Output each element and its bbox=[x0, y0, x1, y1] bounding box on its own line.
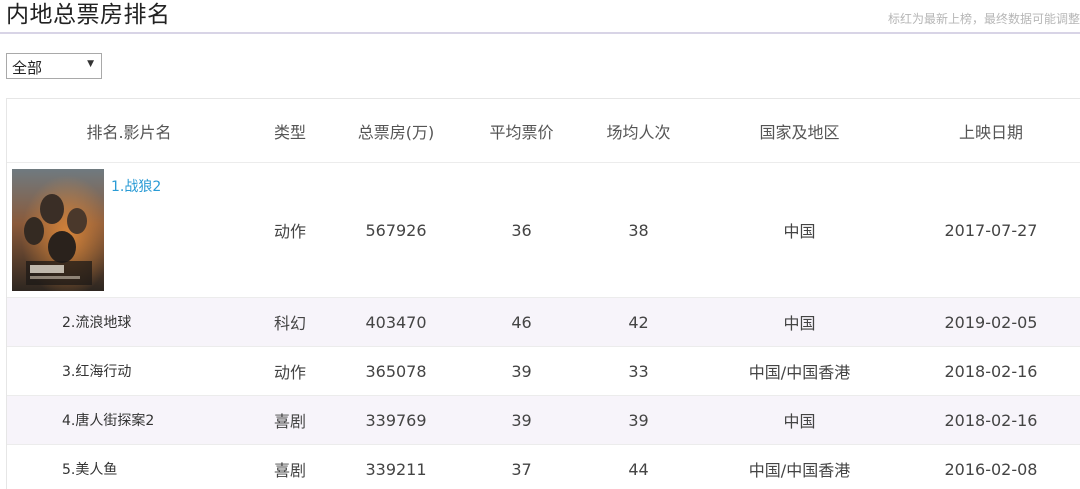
table-row: 2.流浪地球 科幻 403470 46 42 中国 2019-02-05 bbox=[7, 297, 1080, 347]
header-avg-price: 平均票价 bbox=[463, 99, 580, 163]
avg-attendance-cell: 38 bbox=[580, 162, 697, 298]
movie-title-link[interactable]: 3.红海行动 bbox=[7, 346, 251, 396]
header-avg-attendance: 场均人次 bbox=[580, 99, 697, 163]
table-row: 5.美人鱼 喜剧 339211 37 44 中国/中国香港 2016-02-08 bbox=[7, 444, 1080, 489]
region-cell: 中国 bbox=[697, 297, 902, 347]
release-date-cell: 2019-02-05 bbox=[902, 297, 1080, 347]
movie-poster[interactable] bbox=[12, 169, 104, 291]
box-office-cell: 339211 bbox=[329, 444, 463, 489]
movie-title-link[interactable]: 5.美人鱼 bbox=[7, 444, 251, 489]
page-note: 标红为最新上榜，最终数据可能调整 bbox=[887, 12, 1080, 26]
region-cell: 中国 bbox=[697, 395, 902, 445]
avg-attendance-cell: 39 bbox=[580, 395, 697, 445]
movie-title-link[interactable]: 4.唐人街探案2 bbox=[7, 395, 251, 445]
genre-cell: 喜剧 bbox=[251, 395, 329, 445]
header-box-office: 总票房(万) bbox=[329, 99, 463, 163]
page-title: 内地总票房排名 bbox=[6, 2, 171, 28]
table-row: 4.唐人街探案2 喜剧 339769 39 39 中国 2018-02-16 bbox=[7, 395, 1080, 445]
dropdown-arrow-icon: ▼ bbox=[87, 59, 94, 69]
box-office-cell: 403470 bbox=[329, 297, 463, 347]
category-select-value: 全部 bbox=[12, 59, 43, 77]
avg-price-cell: 37 bbox=[463, 444, 580, 489]
header-release-date: 上映日期 bbox=[902, 99, 1080, 163]
avg-price-cell: 39 bbox=[463, 346, 580, 396]
avg-price-cell: 46 bbox=[463, 297, 580, 347]
header-rank-title: 排名.影片名 bbox=[7, 99, 251, 163]
box-office-cell: 365078 bbox=[329, 346, 463, 396]
region-cell: 中国 bbox=[697, 162, 902, 298]
title-divider bbox=[0, 32, 1080, 34]
region-cell: 中国/中国香港 bbox=[697, 444, 902, 489]
table-header-row: 排名.影片名 类型 总票房(万) 平均票价 场均人次 国家及地区 上映日期 bbox=[7, 99, 1080, 163]
box-office-cell: 567926 bbox=[329, 162, 463, 298]
genre-cell: 动作 bbox=[251, 346, 329, 396]
box-office-cell: 339769 bbox=[329, 395, 463, 445]
avg-attendance-cell: 42 bbox=[580, 297, 697, 347]
movie-title-link[interactable]: 2.流浪地球 bbox=[7, 297, 251, 347]
table-row: 1.战狼2 动作 567926 36 38 中国 2017-07-27 bbox=[7, 162, 1080, 298]
movie-cell: 1.战狼2 bbox=[7, 162, 251, 298]
poster-image bbox=[12, 169, 104, 291]
avg-price-cell: 36 bbox=[463, 162, 580, 298]
header-region: 国家及地区 bbox=[697, 99, 902, 163]
genre-cell: 喜剧 bbox=[251, 444, 329, 489]
movie-title-link[interactable]: 1.战狼2 bbox=[111, 176, 161, 196]
genre-cell: 科幻 bbox=[251, 297, 329, 347]
category-select[interactable]: 全部 ▼ bbox=[6, 53, 102, 79]
header-genre: 类型 bbox=[251, 99, 329, 163]
box-office-table: 排名.影片名 类型 总票房(万) 平均票价 场均人次 国家及地区 上映日期 1.… bbox=[6, 98, 1080, 489]
table-row: 3.红海行动 动作 365078 39 33 中国/中国香港 2018-02-1… bbox=[7, 346, 1080, 396]
avg-attendance-cell: 33 bbox=[580, 346, 697, 396]
genre-cell: 动作 bbox=[251, 162, 329, 298]
release-date-cell: 2018-02-16 bbox=[902, 346, 1080, 396]
avg-price-cell: 39 bbox=[463, 395, 580, 445]
release-date-cell: 2017-07-27 bbox=[902, 162, 1080, 298]
release-date-cell: 2016-02-08 bbox=[902, 444, 1080, 489]
avg-attendance-cell: 44 bbox=[580, 444, 697, 489]
region-cell: 中国/中国香港 bbox=[697, 346, 902, 396]
release-date-cell: 2018-02-16 bbox=[902, 395, 1080, 445]
